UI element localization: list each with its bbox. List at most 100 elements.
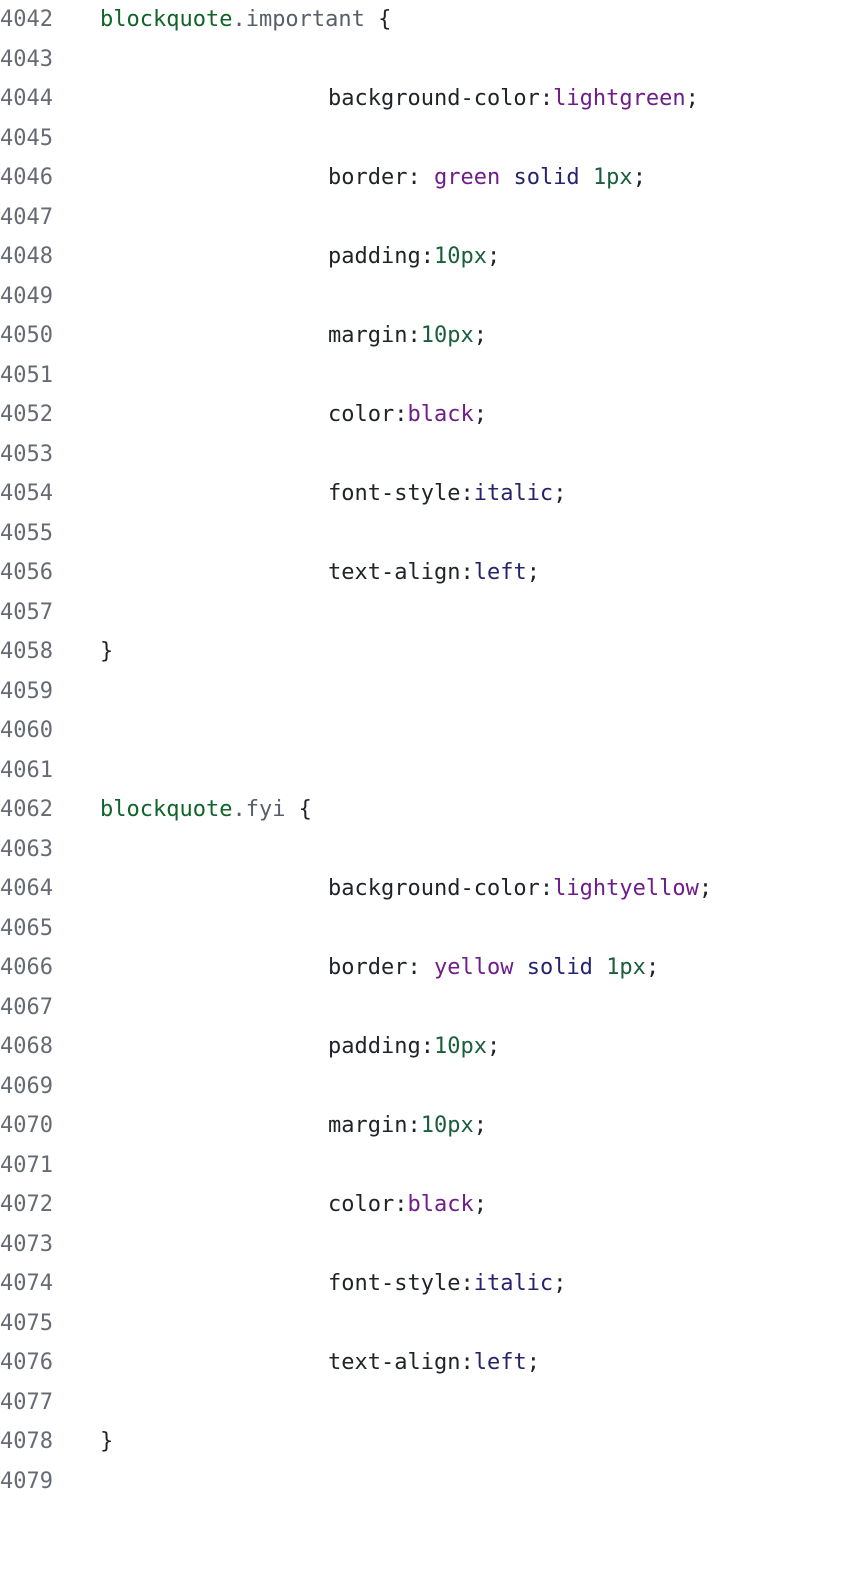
code-token-prop: color: xyxy=(328,1192,408,1218)
line-code: blockquote.fyi { xyxy=(100,797,312,822)
code-line: 4054 font-style:italic; xyxy=(0,474,868,514)
code-token-punct: { xyxy=(285,797,312,823)
line-number[interactable]: 4073 xyxy=(0,1232,60,1257)
code-line: 4059 xyxy=(0,672,868,712)
code-token-color: lightyellow xyxy=(553,876,699,902)
code-token-punct xyxy=(580,165,593,190)
line-number[interactable]: 4061 xyxy=(0,758,60,783)
line-number[interactable]: 4076 xyxy=(0,1350,60,1375)
code-token-punct: ; xyxy=(486,244,501,270)
code-token-number: 1px xyxy=(592,165,633,191)
line-code: margin:10px; xyxy=(328,323,487,348)
code-token-punct: { xyxy=(364,7,392,33)
code-token-number: 10px xyxy=(420,1113,474,1139)
code-token-prop: text-align: xyxy=(328,1350,474,1376)
code-line: 4069 xyxy=(0,1067,868,1107)
code-line: 4063 xyxy=(0,830,868,870)
line-code: color:black; xyxy=(328,1192,487,1217)
code-token-color: black xyxy=(407,402,474,428)
line-number[interactable]: 4058 xyxy=(0,639,60,664)
code-token-punct: } xyxy=(100,639,114,665)
line-number[interactable]: 4066 xyxy=(0,955,60,980)
line-number[interactable]: 4057 xyxy=(0,600,60,625)
line-number[interactable]: 4070 xyxy=(0,1113,60,1138)
line-number[interactable]: 4063 xyxy=(0,837,60,862)
code-line: 4042 blockquote.important { xyxy=(0,0,868,40)
line-number[interactable]: 4052 xyxy=(0,402,60,427)
line-number[interactable]: 4059 xyxy=(0,679,60,704)
line-number[interactable]: 4043 xyxy=(0,47,60,72)
code-line: 4060 xyxy=(0,711,868,751)
line-code: font-style:italic; xyxy=(328,1271,566,1296)
line-code: color:black; xyxy=(328,402,487,427)
line-number[interactable]: 4050 xyxy=(0,323,60,348)
line-number[interactable]: 4045 xyxy=(0,126,60,151)
line-number[interactable]: 4047 xyxy=(0,205,60,230)
code-line: 4074 font-style:italic; xyxy=(0,1264,868,1304)
line-code: background-color:lightyellow; xyxy=(328,876,712,901)
line-number[interactable]: 4053 xyxy=(0,442,60,467)
line-code: padding:10px; xyxy=(328,1034,500,1059)
code-token-prop: padding: xyxy=(328,244,434,270)
code-token-prop: border: xyxy=(328,165,434,191)
line-code: text-align:left; xyxy=(328,1350,540,1375)
line-number[interactable]: 4060 xyxy=(0,718,60,743)
line-number[interactable]: 4065 xyxy=(0,916,60,941)
line-number[interactable]: 4054 xyxy=(0,481,60,506)
line-number[interactable]: 4048 xyxy=(0,244,60,269)
code-token-punct: ; xyxy=(473,323,487,349)
line-number[interactable]: 4075 xyxy=(0,1311,60,1336)
code-token-class: .fyi xyxy=(232,797,286,823)
code-token-prop: color: xyxy=(328,402,408,428)
code-line: 4077 xyxy=(0,1383,868,1423)
line-number[interactable]: 4046 xyxy=(0,165,60,190)
line-number[interactable]: 4062 xyxy=(0,797,60,822)
code-token-number: 10px xyxy=(433,244,487,270)
code-token-prop: background-color: xyxy=(328,86,554,112)
line-number[interactable]: 4064 xyxy=(0,876,60,901)
line-number[interactable]: 4067 xyxy=(0,995,60,1020)
code-line: 4061 xyxy=(0,751,868,791)
line-number[interactable]: 4049 xyxy=(0,284,60,309)
line-code: margin:10px; xyxy=(328,1113,487,1138)
code-line: 4075 xyxy=(0,1304,868,1344)
line-number[interactable]: 4071 xyxy=(0,1153,60,1178)
line-code: border: yellow solid 1px; xyxy=(328,955,659,980)
code-token-prop: padding: xyxy=(328,1034,434,1060)
code-view: 4042 blockquote.important {4043 4044 backgr… xyxy=(0,0,868,1588)
line-number[interactable]: 4069 xyxy=(0,1074,60,1099)
code-token-punct: ; xyxy=(553,1271,567,1297)
line-number[interactable]: 4042 xyxy=(0,7,60,32)
line-number[interactable]: 4077 xyxy=(0,1390,60,1415)
line-number[interactable]: 4079 xyxy=(0,1469,60,1494)
line-number[interactable]: 4072 xyxy=(0,1192,60,1217)
code-line: 4076 text-align:left; xyxy=(0,1343,868,1383)
line-number[interactable]: 4055 xyxy=(0,521,60,546)
line-number[interactable]: 4068 xyxy=(0,1034,60,1059)
code-line: 4073 xyxy=(0,1225,868,1265)
code-token-prop: border: xyxy=(328,955,434,981)
line-number[interactable]: 4074 xyxy=(0,1271,60,1296)
line-code: } xyxy=(100,1429,113,1454)
code-token-selector: blockquote xyxy=(100,797,233,823)
code-token-punct: } xyxy=(100,1429,114,1455)
code-line: 4064 background-color:lightyellow; xyxy=(0,869,868,909)
code-token-prop: font-style: xyxy=(328,481,474,507)
line-code: blockquote.important { xyxy=(100,7,391,32)
code-token-prop: font-style: xyxy=(328,1271,474,1297)
code-token-class: .important xyxy=(232,7,365,33)
code-token-keyword: left xyxy=(473,1350,527,1376)
line-number[interactable]: 4051 xyxy=(0,363,60,388)
code-token-color: lightgreen xyxy=(553,86,686,112)
line-code: } xyxy=(100,639,113,664)
line-number[interactable]: 4056 xyxy=(0,560,60,585)
line-number[interactable]: 4044 xyxy=(0,86,60,111)
code-line: 4058} xyxy=(0,632,868,672)
line-number[interactable]: 4078 xyxy=(0,1429,60,1454)
code-token-punct: ; xyxy=(473,1192,487,1218)
code-token-punct: ; xyxy=(632,165,646,191)
code-token-punct xyxy=(593,955,606,980)
code-line: 4053 xyxy=(0,435,868,475)
code-line: 4046 border: green solid 1px; xyxy=(0,158,868,198)
code-token-prop: margin: xyxy=(328,1113,421,1139)
